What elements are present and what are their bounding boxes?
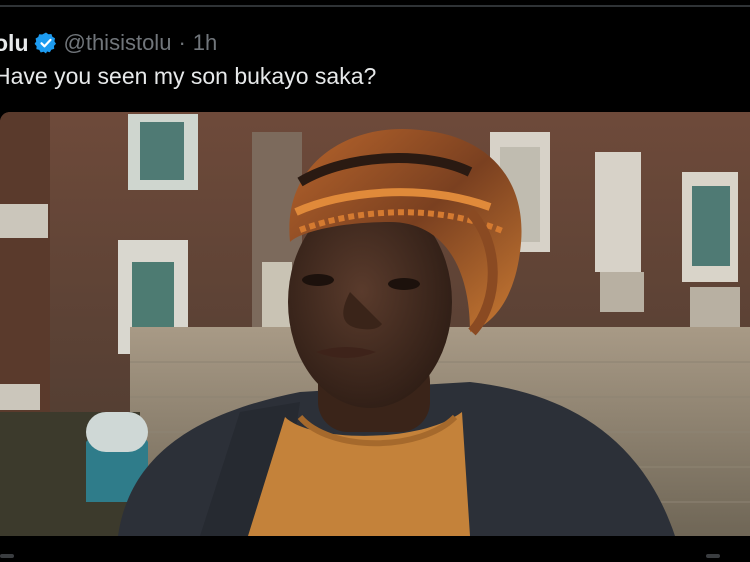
tweet-card: olu @thisistolu · 1h Have you seen my so… [0, 0, 750, 562]
user-handle[interactable]: @thisistolu [64, 30, 172, 56]
timestamp[interactable]: 1h [193, 30, 217, 56]
tweet-actions-strip [0, 536, 750, 562]
share-icon[interactable] [706, 554, 720, 558]
tweet-text: Have you seen my son bukayo saka? [0, 63, 377, 89]
tweet-header: olu @thisistolu · 1h [0, 27, 217, 59]
tweet-media-photo[interactable] [0, 112, 750, 536]
reply-icon[interactable] [0, 554, 14, 558]
display-name[interactable]: olu [0, 30, 29, 57]
separator-dot: · [178, 30, 186, 55]
divider [0, 5, 750, 7]
photo-illustration [0, 112, 750, 536]
verified-badge-icon [34, 31, 58, 55]
